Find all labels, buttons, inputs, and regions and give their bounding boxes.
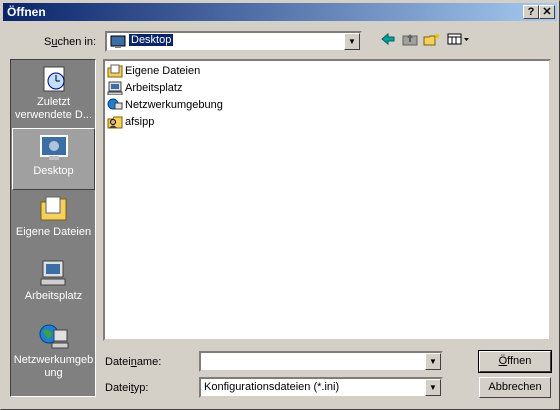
title-bar: Öffnen ? ✕ [3, 3, 557, 21]
lookin-label: Suchen in: [44, 36, 96, 48]
computer-icon [107, 81, 123, 96]
network-icon [39, 324, 68, 349]
desktop-icon [39, 135, 68, 160]
open-dialog: Öffnen ? ✕ Suchen in: Desktop ▼ Zuletzt [0, 0, 560, 410]
list-item[interactable]: Netzwerkumgebung [107, 98, 223, 114]
my-documents-icon [40, 196, 66, 221]
list-item[interactable]: Arbeitsplatz [107, 81, 182, 97]
my-computer-icon [40, 260, 65, 286]
close-button[interactable]: ✕ [539, 5, 555, 19]
back-icon[interactable] [378, 32, 398, 50]
chevron-down-icon[interactable]: ▼ [425, 379, 441, 396]
user-folder-icon [107, 116, 123, 129]
window-title: Öffnen [7, 5, 46, 19]
open-button[interactable]: Öffnen [478, 350, 552, 373]
list-item[interactable]: afsipp [107, 115, 154, 131]
lookin-combo[interactable]: Desktop ▼ [105, 31, 362, 52]
folder-docs-icon [107, 64, 123, 78]
network-icon [107, 98, 123, 110]
chevron-down-icon[interactable]: ▼ [344, 33, 360, 50]
up-folder-icon[interactable] [400, 32, 420, 50]
filetype-value: Konfigurationsdateien (*.ini) [204, 381, 340, 393]
filename-label: Dateiname: [105, 356, 162, 368]
filename-field[interactable]: ▼ [199, 351, 443, 372]
cancel-button[interactable]: Abbrechen [479, 377, 551, 398]
desktop-icon [110, 35, 126, 48]
lookin-value: Desktop [127, 33, 175, 47]
help-button[interactable]: ? [523, 5, 539, 19]
recent-icon [43, 66, 64, 92]
view-menu-icon[interactable] [446, 32, 472, 50]
place-network[interactable]: Netzwerkumgeb ung [12, 322, 95, 388]
filetype-label: Dateityp: [105, 382, 149, 394]
file-list[interactable]: Eigene Dateien Arbeitsplatz Netzwerkumge… [103, 59, 551, 341]
place-my-documents[interactable]: Eigene Dateien [12, 194, 95, 256]
filetype-select[interactable]: Konfigurationsdateien (*.ini) ▼ [199, 377, 443, 398]
list-item[interactable]: Eigene Dateien [107, 64, 200, 80]
place-my-computer[interactable]: Arbeitsplatz [12, 258, 95, 320]
place-desktop[interactable]: Desktop [12, 128, 95, 190]
places-bar: Zuletzt verwendete D... Desktop Eigene Da… [10, 59, 96, 397]
place-recent[interactable]: Zuletzt verwendete D... [12, 64, 95, 126]
chevron-down-icon[interactable]: ▼ [425, 353, 441, 370]
new-folder-icon[interactable] [422, 32, 442, 50]
